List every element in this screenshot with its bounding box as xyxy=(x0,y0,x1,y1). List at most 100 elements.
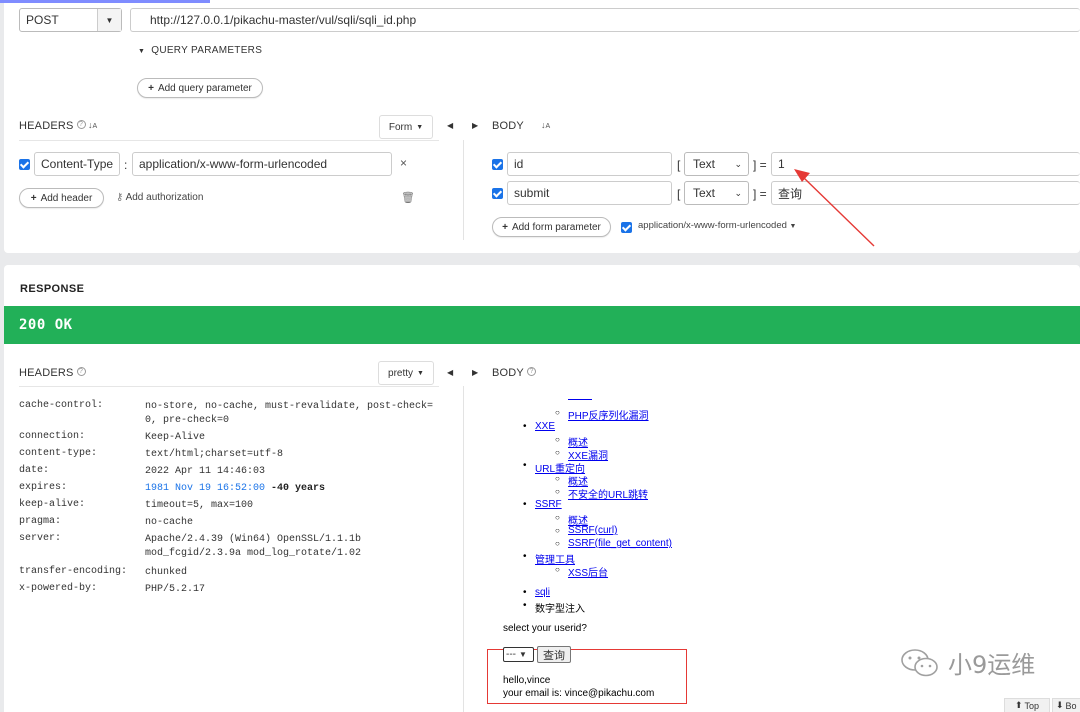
collapse-left-icon[interactable]: ◀ xyxy=(447,121,453,130)
body-param-type-select[interactable]: Text ⌄ xyxy=(684,152,749,176)
response-body-heading: BODY? xyxy=(492,367,536,379)
link-php-unserialize[interactable]: PHP反序列化漏洞 xyxy=(555,407,648,422)
headers-mode-select[interactable]: Form ▼ xyxy=(379,115,433,139)
breadcrumb-sqli[interactable]: sqli xyxy=(523,587,550,598)
query-params-label: QUERY PARAMETERS xyxy=(151,45,263,56)
header-value-value: application/x-www-form-urlencoded xyxy=(139,157,328,171)
scroll-top-button[interactable]: ⬆ Top xyxy=(1004,698,1050,712)
annotation-arrow-line xyxy=(803,177,875,247)
response-header-value: 2022 Apr 11 14:46:03 xyxy=(145,466,266,477)
link-xxe[interactable]: XXE xyxy=(523,421,555,432)
response-header-key: connection: xyxy=(19,431,86,442)
body-param-type-select[interactable]: Text ⌄ xyxy=(684,181,749,205)
request-divider xyxy=(463,140,464,240)
query-submit-label: 查询 xyxy=(543,649,565,662)
header-enabled-checkbox[interactable] xyxy=(19,159,30,170)
collapse-right-icon[interactable]: ▶ xyxy=(472,121,478,130)
add-form-parameter-button[interactable]: + Add form parameter xyxy=(492,217,611,237)
caret-down-icon: ▼ xyxy=(417,369,424,377)
content-type-checkbox[interactable] xyxy=(621,222,632,233)
response-header-key: pragma: xyxy=(19,516,62,527)
query-submit-button[interactable]: 查询 xyxy=(537,646,571,663)
method-dropdown[interactable]: ▼ xyxy=(97,9,121,31)
add-authorization-link[interactable]: ⚷ Add authorization xyxy=(116,192,203,203)
scroll-bottom-button[interactable]: ⬇ Bo xyxy=(1052,698,1080,712)
response-format-select[interactable]: pretty ▼ xyxy=(378,361,434,385)
status-bar: 200 OK xyxy=(4,306,1080,344)
link-ssrf-fgc[interactable]: SSRF(file_get_content) xyxy=(555,538,672,549)
method-select[interactable]: POST ▼ xyxy=(19,8,122,32)
response-header-value: 1981 Nov 19 16:52:00 -40 years xyxy=(145,482,435,496)
header-value-input[interactable]: application/x-www-form-urlencoded xyxy=(132,152,392,176)
response-title: RESPONSE xyxy=(20,283,85,295)
expires-date: 1981 Nov 19 16:52:00 xyxy=(145,483,266,494)
watermark-text: 小9运维 xyxy=(948,651,1036,679)
response-headers-heading: HEADERS? xyxy=(19,367,86,379)
add-header-button[interactable]: + Add header xyxy=(19,188,104,208)
request-body-label: BODY xyxy=(492,120,524,132)
header-colon: : xyxy=(124,158,128,172)
query-params-toggle[interactable]: ▼ QUERY PARAMETERS xyxy=(138,45,262,56)
email-text: your email is: vince@pikachu.com xyxy=(503,688,655,699)
response-header-key: keep-alive: xyxy=(19,499,86,510)
response-header-value: Keep-Alive xyxy=(145,432,206,443)
bracket-open: [ xyxy=(677,158,681,172)
scroll-bottom-label: Bo xyxy=(1065,700,1077,711)
add-query-parameter-button[interactable]: + Add query parameter xyxy=(137,78,263,98)
url-input[interactable]: http://127.0.0.1/pikachu-master/vul/sqli… xyxy=(130,8,1080,32)
link-ssrf[interactable]: SSRF xyxy=(523,499,562,510)
greeting-text: hello,vince xyxy=(503,675,551,686)
body-param-name-input[interactable]: id xyxy=(507,152,672,176)
body-param-type: Text xyxy=(693,186,716,200)
link-ssrf-curl[interactable]: SSRF(curl) xyxy=(555,525,618,536)
response-header-value: no-cache xyxy=(145,517,194,528)
breadcrumb-current: 数字型注入 xyxy=(523,600,585,615)
sort-icon[interactable]: ↓A xyxy=(88,120,97,130)
response-header-value: text/html;charset=utf-8 xyxy=(145,449,284,460)
response-headers-label: HEADERS xyxy=(19,367,74,379)
userid-prompt: select your userid? xyxy=(503,623,587,634)
body-param-type: Text xyxy=(693,157,716,171)
response-header-value: timeout=5, max=100 xyxy=(145,500,254,511)
add-header-label: Add header xyxy=(40,192,93,204)
collapse-left-icon[interactable]: ◀ xyxy=(447,368,453,377)
close-icon[interactable]: × xyxy=(400,156,407,170)
bracket-equals: ] = xyxy=(753,187,767,201)
response-header-key: cache-control: xyxy=(19,400,104,411)
bracket-open: [ xyxy=(677,187,681,201)
sort-icon[interactable]: ↓A xyxy=(541,120,550,130)
help-icon: ? xyxy=(526,367,536,376)
body-param-checkbox[interactable] xyxy=(492,159,503,170)
expires-relative: -40 years xyxy=(271,483,326,494)
collapse-right-icon[interactable]: ▶ xyxy=(472,368,478,377)
plus-icon: + xyxy=(148,82,154,94)
caret-down-icon: ▼ xyxy=(416,123,424,131)
response-format-value: pretty xyxy=(388,367,414,379)
plus-icon: + xyxy=(502,221,508,233)
content-type-select[interactable]: application/x-www-form-urlencoded ▼ xyxy=(638,220,796,231)
request-headers-heading: HEADERS? xyxy=(19,120,86,132)
request-headers-label: HEADERS xyxy=(19,120,74,132)
response-header-value: no-store, no-cache, must-revalidate, pos… xyxy=(145,401,434,426)
help-icon: ? xyxy=(76,120,86,129)
caret-down-icon: ▼ xyxy=(519,650,527,659)
response-header-value: Apache/2.4.39 (Win64) OpenSSL/1.1.1b mod… xyxy=(145,534,362,559)
header-name-input[interactable]: Content-Type xyxy=(34,152,120,176)
top-accent-bar xyxy=(0,0,210,3)
body-param-checkbox[interactable] xyxy=(492,188,503,199)
add-query-parameter-label: Add query parameter xyxy=(157,82,252,94)
response-header-value: PHP/5.2.17 xyxy=(145,584,206,595)
annotation-arrow-head xyxy=(794,169,810,182)
caret-down-icon: ⌄ xyxy=(734,158,742,169)
response-header-key: server: xyxy=(19,533,62,544)
body-param-name-input[interactable]: submit xyxy=(507,181,672,205)
status-text: 200 OK xyxy=(19,317,73,333)
help-icon: ? xyxy=(76,367,86,376)
userid-select[interactable]: --- ▼ xyxy=(503,647,534,662)
method-value: POST xyxy=(26,13,59,27)
trash-icon[interactable]: 🗑 xyxy=(401,191,415,204)
triangle-down-icon: ▼ xyxy=(138,48,146,55)
response-header-key: x-powered-by: xyxy=(19,583,98,594)
link-url-unsafe[interactable]: 不安全的URL跳转 xyxy=(555,486,648,501)
link-xss-backend[interactable]: XSS后台 xyxy=(555,564,608,579)
